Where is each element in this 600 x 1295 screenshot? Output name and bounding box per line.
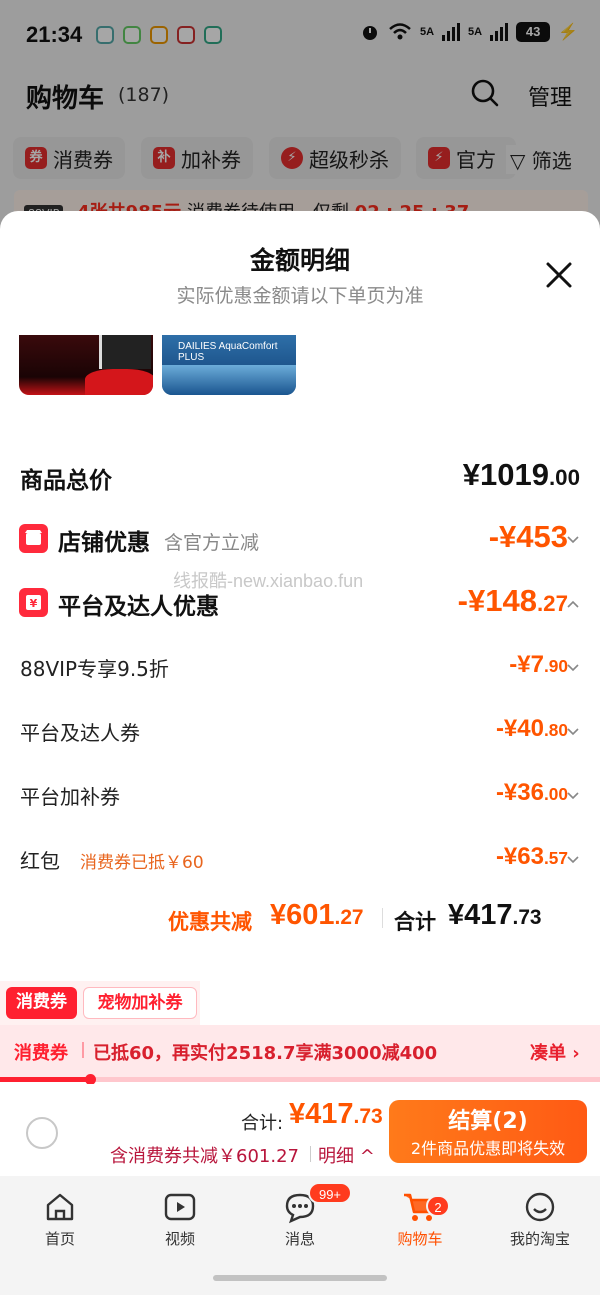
amount-detail-sheet: 金额明细 实际优惠金额请以下单页为准 DAILIES AquaComfort P… (0, 211, 600, 1295)
select-all-checkbox[interactable] (26, 1117, 58, 1149)
saved-label: 优惠共减 (168, 910, 252, 934)
detail-note: 消费券已抵￥60 (80, 853, 204, 873)
platform-discount-value: -¥148.27 (457, 583, 568, 618)
summary-line: 优惠共减 ¥601.27 合计 ¥417.73 (0, 899, 600, 935)
summary-total-label: 合计 (394, 910, 436, 934)
checkout-button-sub: 2件商品优惠即将失效 (410, 1139, 566, 1158)
add-items-link[interactable]: 凑单 › (530, 1039, 580, 1065)
total-price-value: ¥1019.00 (462, 457, 580, 492)
summary-total-value: ¥417.73 (448, 899, 542, 931)
checkout-button[interactable]: 结算(2) 2件商品优惠即将失效 (389, 1100, 587, 1163)
coupon-progress (0, 1074, 600, 1085)
detail-toggle[interactable]: 明细 ^ (318, 1142, 375, 1168)
checkout-button-label: 结算(2) (448, 1109, 528, 1134)
overlay-dim[interactable] (0, 0, 600, 240)
chevron-down-icon[interactable] (566, 789, 580, 803)
chevron-down-icon[interactable] (566, 533, 580, 547)
home-indicator[interactable] (213, 1275, 387, 1281)
checkout-divider (310, 1146, 311, 1162)
chevron-up-icon[interactable] (566, 597, 580, 611)
detail-value: -¥63.57 (495, 843, 568, 870)
store-discount-note: 含官方立减 (164, 532, 260, 554)
store-discount-row[interactable]: 店铺优惠 含官方立减 -¥453 (0, 519, 600, 559)
cart-badge: 2 (426, 1195, 450, 1217)
progress-fill (0, 1077, 90, 1082)
detail-row[interactable]: 红包 消费券已抵￥60 -¥63.57 (0, 843, 600, 875)
checkout-total-label: 合计: (241, 1113, 284, 1134)
video-icon (164, 1193, 196, 1221)
platform-discount-label: 平台及达人优惠 (58, 594, 219, 620)
detail-label: 88VIP专享9.5折 (20, 657, 169, 681)
store-discount-label: 店铺优惠 (58, 530, 150, 556)
close-icon[interactable] (543, 259, 575, 291)
detail-row[interactable]: 平台及达人券 -¥40.80 (0, 715, 600, 747)
tab-label: 购物车 (397, 1230, 443, 1248)
product-thumbnail[interactable]: DAILIES AquaComfort PLUS (162, 335, 296, 395)
tab-label: 我的淘宝 (509, 1230, 570, 1248)
pet-subsidy-coupon-tag[interactable]: 宠物加补券 (83, 987, 197, 1019)
home-icon (46, 1193, 74, 1221)
coupon-progress-bar[interactable]: 消费券 已抵60，再实付2518.7享满3000减400 凑单 › (0, 1025, 600, 1077)
tab-profile[interactable]: 我的淘宝 (490, 1190, 590, 1249)
store-discount-value: -¥453 (488, 519, 568, 554)
detail-value: -¥36.00 (495, 779, 568, 806)
total-price-label: 商品总价 (20, 468, 112, 494)
tab-home[interactable]: 首页 (10, 1190, 110, 1249)
saved-value: ¥601.27 (270, 899, 364, 931)
coupon-bar-text: 已抵60，再实付2518.7享满3000减400 (93, 1043, 438, 1064)
summary-divider (382, 908, 383, 928)
tab-cart[interactable]: 购物车 (370, 1190, 470, 1249)
tab-label: 首页 (44, 1230, 75, 1248)
detail-value: -¥7.90 (509, 651, 568, 678)
chevron-down-icon[interactable] (566, 725, 580, 739)
sheet-subtitle: 实际优惠金额请以下单页为准 (176, 285, 424, 307)
cart-page-background: 21:34 5A 5A 43 ⚡ 购物车 (187) 管理 券 消费券 补 加补… (0, 0, 600, 240)
sheet-title: 金额明细 (249, 246, 350, 275)
detail-row[interactable]: 88VIP专享9.5折 -¥7.90 (0, 651, 600, 683)
coupon-bar-label: 消费券 (14, 1043, 68, 1064)
detail-label: 红包 (20, 849, 60, 873)
checkout-total-value: ¥417.73 (289, 1098, 383, 1130)
product-thumbnail[interactable] (19, 335, 153, 395)
detail-value: -¥40.80 (495, 715, 568, 742)
svg-text:¥: ¥ (30, 597, 38, 610)
total-price-row: 商品总价 ¥1019.00 (0, 457, 600, 497)
checkout-saved-text: 含消费券共减￥601.27 (110, 1146, 299, 1167)
coupon-icon: ¥ (19, 588, 48, 617)
detail-row[interactable]: 平台加补券 -¥36.00 (0, 779, 600, 811)
chevron-down-icon[interactable] (566, 853, 580, 867)
platform-discount-row[interactable]: ¥ 平台及达人优惠 -¥148.27 (0, 583, 600, 623)
profile-icon (525, 1192, 555, 1222)
coupon-bar-divider (82, 1042, 84, 1058)
detail-label: 平台加补券 (20, 785, 120, 809)
tab-label: 视频 (164, 1230, 195, 1248)
chevron-down-icon[interactable] (566, 661, 580, 675)
tab-label: 消息 (284, 1230, 315, 1248)
store-icon (19, 524, 48, 553)
detail-label: 平台及达人券 (20, 721, 140, 745)
checkout-bar: 合计: ¥417.73 含消费券共减￥601.27 明细 ^ 结算(2) 2件商… (0, 1084, 600, 1176)
tab-video[interactable]: 视频 (130, 1190, 230, 1249)
consumer-coupon-tag[interactable]: 消费券 (6, 987, 77, 1019)
message-badge: 99+ (308, 1182, 352, 1204)
